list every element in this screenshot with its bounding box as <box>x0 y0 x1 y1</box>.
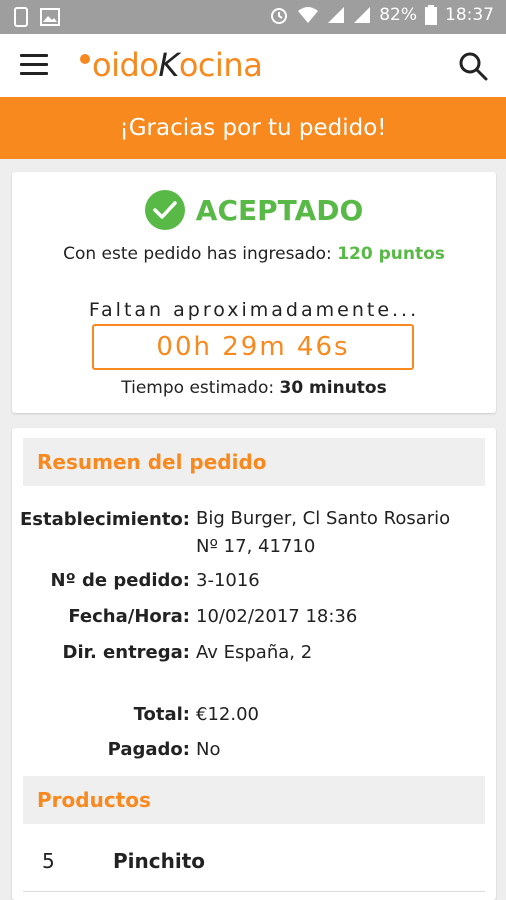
signal-icon <box>328 7 345 23</box>
order-number-value: 3-1016 <box>196 570 260 591</box>
search-icon[interactable] <box>458 51 488 81</box>
establishment-value: Big Burger, Cl Santo Rosario Nº 17, 4171… <box>196 508 451 557</box>
address-label: Dir. entrega: <box>62 642 190 663</box>
product-divider <box>23 891 485 892</box>
datetime-label: Fecha/Hora: <box>68 606 190 627</box>
order-number-label: Nº de pedido: <box>50 570 190 591</box>
clock: 18:37 <box>445 5 494 25</box>
status-bar: 82% 18:37 <box>0 0 506 34</box>
establishment-label: Establecimiento: <box>20 509 190 530</box>
total-value: €12.00 <box>196 704 259 725</box>
total-label: Total: <box>133 704 190 725</box>
points-prefix: Con este pedido has ingresado: <box>63 244 332 264</box>
points-line: Con este pedido has ingresado: 120 punto… <box>12 244 496 264</box>
datetime-value: 10/02/2017 18:36 <box>196 606 358 627</box>
battery-percent: 82% <box>379 5 417 25</box>
image-icon <box>40 8 60 26</box>
thanks-banner: ¡Gracias por tu pedido! <box>0 97 506 159</box>
countdown-timer: 00h 29m 46s <box>92 324 414 370</box>
signal-icon-2 <box>354 7 371 23</box>
status-row: ACEPTADO <box>12 190 496 232</box>
menu-icon[interactable] <box>20 54 50 78</box>
remaining-label: Faltan aproximadamente... <box>88 299 420 321</box>
paid-value: No <box>196 739 221 760</box>
order-summary-card: Resumen del pedido Establecimiento: Big … <box>12 428 496 900</box>
battery-icon <box>425 5 437 25</box>
order-status-card: ACEPTADO Con este pedido has ingresado: … <box>12 172 496 413</box>
summary-heading: Resumen del pedido <box>23 438 485 486</box>
estimated-time: Tiempo estimado: 30 minutos <box>12 378 496 398</box>
products-heading: Productos <box>23 776 485 824</box>
product-name: Pinchito <box>113 849 206 873</box>
logo-prefix: oido <box>92 46 159 84</box>
points-value: 120 puntos <box>337 244 445 264</box>
logo-suffix: ocina <box>178 46 263 84</box>
app-logo: oidoKocina <box>80 46 263 84</box>
logo-dot-icon <box>80 54 90 65</box>
phone-icon <box>14 7 28 27</box>
address-value: Av España, 2 <box>196 642 313 663</box>
alarm-icon <box>271 8 288 24</box>
product-quantity: 5 <box>42 849 55 873</box>
estimated-value: 30 minutos <box>279 378 387 398</box>
app-bar: oidoKocina <box>0 34 506 97</box>
check-circle-icon <box>144 190 185 230</box>
estimated-prefix: Tiempo estimado: <box>121 378 275 398</box>
wifi-icon <box>298 7 319 23</box>
logo-k: K <box>158 46 179 84</box>
status-label: ACEPTADO <box>195 193 364 227</box>
paid-label: Pagado: <box>107 739 190 760</box>
